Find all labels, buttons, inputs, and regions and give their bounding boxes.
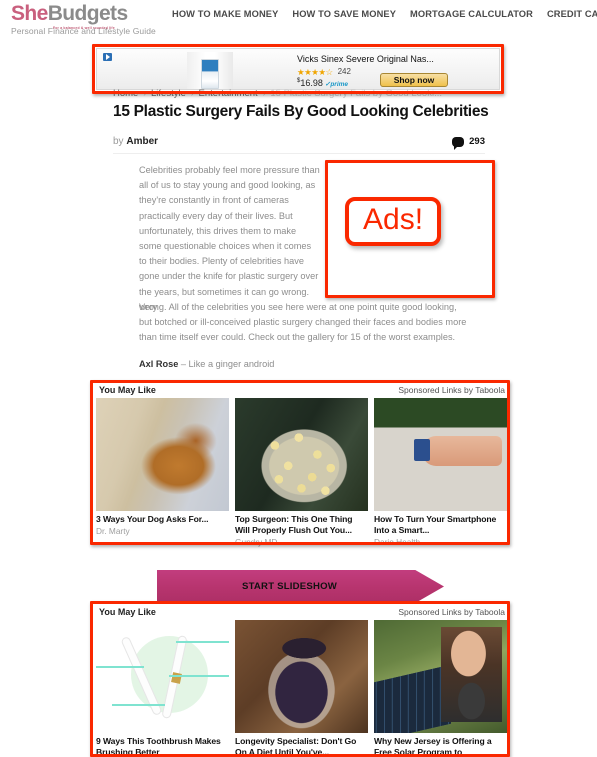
- banana-pan-photo[interactable]: [235, 398, 368, 511]
- nav-item-mortgage-calculator[interactable]: MORTGAGE CALCULATOR: [410, 9, 533, 19]
- breadcrumb-item-entertainment[interactable]: Entertainment: [199, 88, 258, 99]
- breadcrumb-item-home[interactable]: Home: [113, 88, 138, 99]
- taboola-card-list-bottom: 9 Ways This Toothbrush Makes Brushing Be…: [96, 620, 508, 757]
- comment-count-group[interactable]: 293: [452, 136, 485, 150]
- taboola-sponsor-label[interactable]: Sponsored Links by Taboola: [398, 385, 505, 395]
- taboola-card-list-top: 3 Ways Your Dog Asks For... Dr. Marty To…: [96, 398, 508, 547]
- chia-jar-photo[interactable]: [235, 620, 368, 733]
- start-slideshow-label: START SLIDESHOW: [241, 581, 338, 592]
- nav-label: HOW TO MAKE MONEY: [172, 9, 279, 19]
- page-title: 15 Plastic Surgery Fails By Good Looking…: [113, 103, 489, 120]
- ad-price: $16.98 ✓prime: [297, 78, 348, 88]
- taboola-card-title[interactable]: 9 Ways This Toothbrush Makes Brushing Be…: [96, 736, 229, 757]
- site-header: SheBudgets For a balanced & well rounded…: [0, 0, 597, 36]
- taboola-card-title[interactable]: Top Surgeon: This One Thing Will Properl…: [235, 514, 368, 536]
- breadcrumb: Home › Lifestyle › Entertainment › 15 Pl…: [113, 88, 442, 99]
- comment-count: 293: [469, 136, 485, 147]
- taboola-card-source: Gundry MD: [235, 537, 278, 547]
- logo-microtext: For a balanced & well rounded life: [53, 26, 115, 30]
- finger-glucose-photo[interactable]: [374, 398, 507, 511]
- gallery-caption: Axl Rose – Like a ginger android: [139, 359, 274, 369]
- ad-rating-count: 242: [337, 67, 351, 76]
- taboola-widget-bottom: You May Like Sponsored Links by Taboola …: [96, 605, 508, 757]
- breadcrumb-separator: ›: [190, 89, 194, 98]
- taboola-card[interactable]: Longevity Specialist: Don't Go On A Diet…: [235, 620, 368, 757]
- taboola-card[interactable]: Why New Jersey is Offering a Free Solar …: [374, 620, 507, 757]
- taboola-heading: You May Like: [99, 385, 156, 395]
- annotation-label-ads: Ads!: [345, 197, 442, 246]
- author-name[interactable]: Amber: [126, 136, 158, 147]
- byline-prefix: by: [113, 136, 124, 147]
- nav-item-credit-cards[interactable]: CREDIT CARDS⌄: [547, 9, 597, 19]
- solar-woman-photo[interactable]: [374, 620, 507, 733]
- byline-row: by Amber 293: [113, 136, 485, 154]
- adchoices-icon[interactable]: [103, 53, 112, 61]
- taboola-card-source: Dr. Marty: [96, 526, 130, 536]
- breadcrumb-current-page: 15 Plastic Surgery Fails by Good Looki..…: [270, 88, 442, 99]
- breadcrumb-item-lifestyle[interactable]: Lifestyle: [151, 88, 186, 99]
- gallery-caption-text: – Like a ginger android: [178, 359, 275, 369]
- puppy-photo[interactable]: [96, 398, 229, 511]
- product-box-graphic: [201, 59, 219, 89]
- amazon-sponsored-ad[interactable]: Vicks Sinex Severe Original Nas... ★★★★☆…: [96, 48, 500, 90]
- article-body-paragraph-2: wrong. All of the celebrities you see he…: [139, 302, 467, 343]
- taboola-card-title[interactable]: How To Turn Your Smartphone Into a Smart…: [374, 514, 507, 536]
- taboola-card-title[interactable]: Longevity Specialist: Don't Go On A Diet…: [235, 736, 368, 757]
- taboola-widget-top: You May Like Sponsored Links by Taboola …: [96, 383, 508, 547]
- ad-rating: ★★★★☆ 242: [297, 67, 351, 76]
- main-navigation: HOW TO MAKE MONEY HOW TO SAVE MONEY MORT…: [172, 9, 597, 19]
- gallery-caption-name: Axl Rose: [139, 359, 179, 369]
- breadcrumb-separator: ›: [262, 89, 266, 98]
- start-slideshow-wrapper: START SLIDESHOW: [157, 570, 444, 603]
- start-slideshow-button[interactable]: START SLIDESHOW: [157, 570, 444, 603]
- taboola-header-bottom: You May Like Sponsored Links by Taboola: [96, 605, 508, 620]
- nav-label: CREDIT CARDS: [546, 9, 597, 19]
- article-body-paragraph-1: Celebrities probably feel more pressure …: [139, 165, 320, 312]
- star-rating-icon: ★★★★☆: [297, 66, 333, 77]
- taboola-card-title[interactable]: Why New Jersey is Offering a Free Solar …: [374, 736, 507, 757]
- site-logo[interactable]: SheBudgets For a balanced & well rounded…: [11, 3, 156, 37]
- taboola-card[interactable]: How To Turn Your Smartphone Into a Smart…: [374, 398, 507, 547]
- shop-now-button[interactable]: Shop now: [380, 73, 448, 87]
- taboola-card-title[interactable]: 3 Ways Your Dog Asks For...: [96, 514, 229, 525]
- byline: by Amber: [113, 136, 158, 147]
- ad-product-image: [187, 52, 233, 89]
- ad-product-title[interactable]: Vicks Sinex Severe Original Nas...: [297, 54, 434, 64]
- taboola-card[interactable]: 3 Ways Your Dog Asks For... Dr. Marty: [96, 398, 229, 547]
- comment-bubble-icon: [452, 136, 465, 150]
- nav-item-how-to-save-money[interactable]: HOW TO SAVE MONEY: [292, 9, 396, 19]
- taboola-card[interactable]: 9 Ways This Toothbrush Makes Brushing Be…: [96, 620, 229, 757]
- taboola-card[interactable]: Top Surgeon: This One Thing Will Properl…: [235, 398, 368, 547]
- nav-item-how-to-make-money[interactable]: HOW TO MAKE MONEY: [172, 9, 278, 19]
- logo-she: She: [11, 2, 48, 25]
- taboola-header-top: You May Like Sponsored Links by Taboola: [96, 383, 508, 398]
- ad-price-value: 16.98: [300, 78, 323, 88]
- taboola-card-source: Dario Health: [374, 537, 421, 547]
- prime-badge-icon: ✓prime: [324, 81, 349, 88]
- nav-label: HOW TO SAVE MONEY: [292, 9, 397, 19]
- breadcrumb-separator: ›: [143, 89, 147, 98]
- toothbrush-illustration[interactable]: [96, 620, 229, 733]
- taboola-heading: You May Like: [99, 607, 156, 617]
- nav-label: MORTGAGE CALCULATOR: [410, 9, 533, 19]
- logo-wordmark: SheBudgets For a balanced & well rounded…: [11, 2, 156, 31]
- page-root: SheBudgets For a balanced & well rounded…: [0, 0, 597, 757]
- taboola-sponsor-label[interactable]: Sponsored Links by Taboola: [398, 607, 505, 617]
